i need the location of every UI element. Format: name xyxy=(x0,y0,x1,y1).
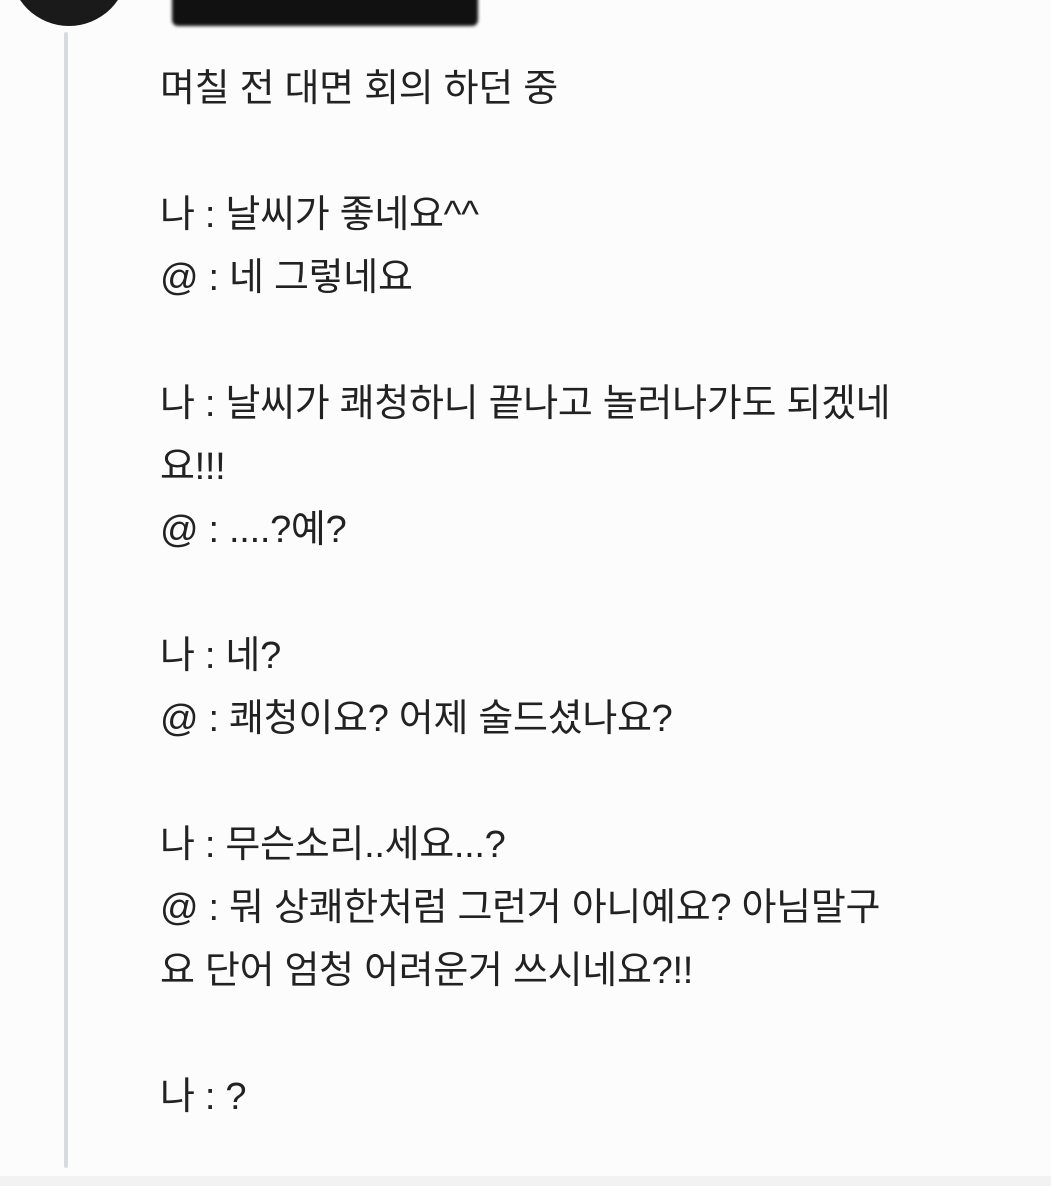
dialogue-line: 나 : ? xyxy=(160,1076,247,1118)
dialogue-line: @ : 네 그렇네요 xyxy=(160,257,413,299)
dialogue-line: @ : 뭐 상쾌한처럼 그런거 아니예요? 아님말구 xyxy=(160,887,881,929)
dialogue-line: 나 : 네? xyxy=(160,635,281,677)
bottom-border xyxy=(0,1176,1051,1186)
dialogue-line: @ : ....?예? xyxy=(160,509,347,551)
dialogue-line: 나 : 무슨소리..세요...? xyxy=(160,824,506,866)
post-screenshot: 며칠 전 대면 회의 하던 중 나 : 날씨가 좋네요^^ @ : 네 그렇네요… xyxy=(0,0,1051,1186)
thread-line xyxy=(64,32,68,1168)
dialogue-line: 요 단어 엄청 어려운거 쓰시네요?!! xyxy=(160,950,693,992)
redacted-username xyxy=(172,0,478,26)
dialogue-line: 나 : 날씨가 쾌청하니 끝나고 놀러나가도 되겠네 xyxy=(160,383,891,425)
post-body: 며칠 전 대면 회의 하던 중 나 : 날씨가 좋네요^^ @ : 네 그렇네요… xyxy=(160,58,1040,1129)
post-title-line: 며칠 전 대면 회의 하던 중 xyxy=(160,68,558,110)
dialogue-line: @ : 쾌청이요? 어제 술드셨나요? xyxy=(160,698,673,740)
dialogue-line: 요!!! xyxy=(160,446,226,488)
avatar[interactable] xyxy=(10,0,128,26)
dialogue-line: 나 : 날씨가 좋네요^^ xyxy=(160,194,479,236)
